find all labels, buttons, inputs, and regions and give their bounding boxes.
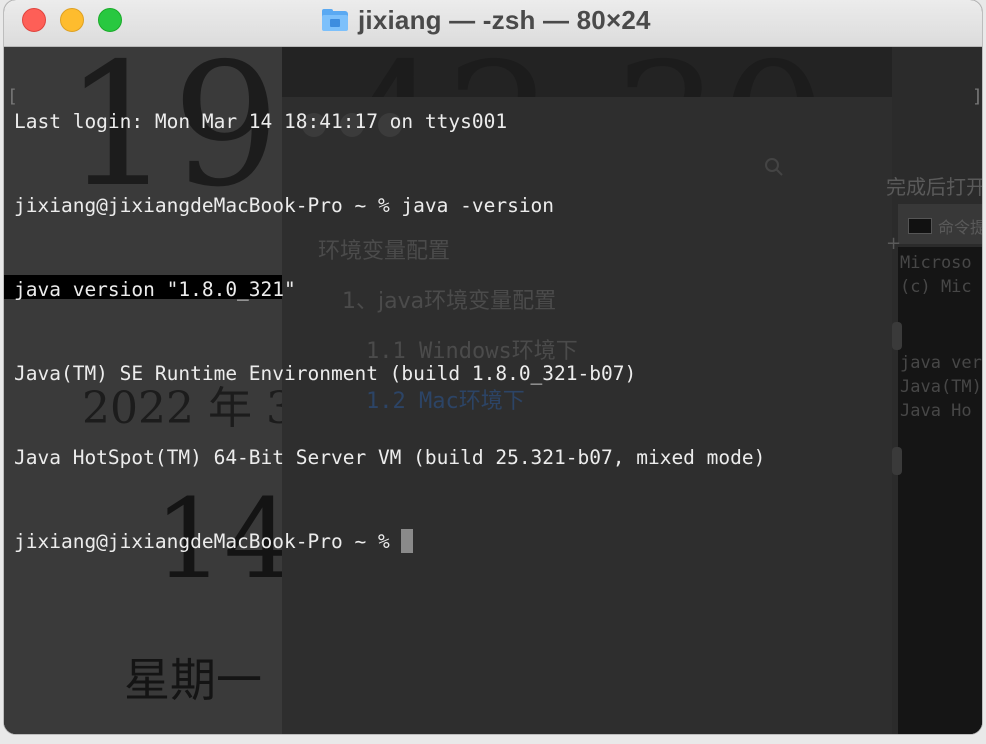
console-line: java ver — [900, 353, 982, 373]
terminal-window: jixiang — -zsh — 80×24 19:42:30 2022 年 3… — [4, 0, 982, 734]
terminal-line: jixiang@jixiangdeMacBook-Pro ~ % java -v… — [14, 194, 555, 217]
prompt-line[interactable]: jixiang@jixiangdeMacBook-Pro ~ % — [14, 528, 765, 556]
minimize-button[interactable] — [60, 8, 84, 32]
close-button[interactable] — [22, 8, 46, 32]
terminal-line: Java(TM) SE Runtime Environment (build 1… — [14, 362, 637, 385]
console-line: (c) Mic — [900, 277, 972, 297]
terminal-output[interactable]: Last login: Mon Mar 14 18:41:17 on ttys0… — [14, 52, 765, 612]
console-line: Java Ho — [900, 401, 972, 421]
background-right-window: 完成后打开 命令提 + Microso (c) Mic java ver Jav… — [886, 47, 982, 734]
cmd-icon — [908, 218, 932, 234]
console-line: Java(TM) — [900, 377, 982, 397]
cmd-console — [898, 247, 982, 734]
scroll-marker — [892, 322, 902, 350]
background-heading: 完成后打开 — [886, 175, 982, 199]
title-bar[interactable]: jixiang — -zsh — 80×24 — [4, 0, 982, 47]
cmd-title: 命令提 — [938, 218, 982, 237]
console-line: Microso — [900, 253, 972, 273]
clock-weekday: 星期一 — [124, 653, 262, 707]
window-title-text: jixiang — -zsh — 80×24 — [358, 4, 651, 35]
terminal-line: java version "1.8.0_321" — [14, 278, 296, 301]
terminal-line: Java HotSpot(TM) 64-Bit Server VM (build… — [14, 446, 766, 469]
selection-bracket-right: ] — [972, 86, 982, 107]
zoom-button[interactable] — [98, 8, 122, 32]
search-icon — [765, 158, 783, 176]
scroll-marker — [892, 447, 902, 475]
terminal-line: Last login: Mon Mar 14 18:41:17 on ttys0… — [14, 110, 508, 133]
prompt-text: jixiang@jixiangdeMacBook-Pro ~ % — [14, 530, 402, 553]
home-folder-icon — [322, 9, 348, 31]
window-title: jixiang — -zsh — 80×24 — [322, 4, 651, 36]
text-cursor — [401, 529, 414, 553]
terminal-content[interactable]: 19:42:30 2022 年 3 14 星期一 环境变量配置 1、java环境… — [4, 47, 982, 734]
